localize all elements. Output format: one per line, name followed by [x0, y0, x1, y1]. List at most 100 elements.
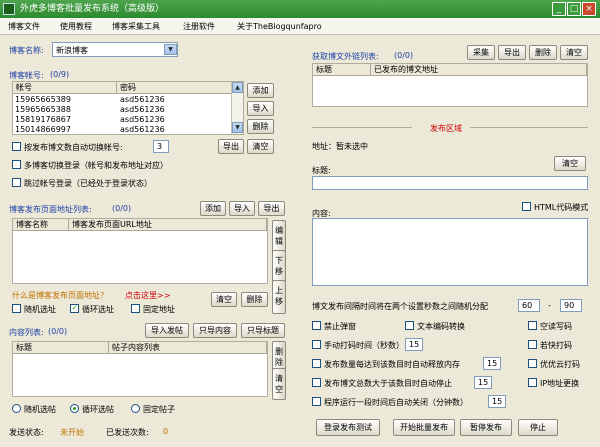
multi-login-checkbox[interactable] [12, 160, 21, 169]
url-fixed-label: 固定地址 [143, 305, 175, 314]
status-value: 未开始 [60, 428, 84, 437]
account-clear-button[interactable]: 清空 [247, 139, 274, 154]
post-random-label: 随机选帖 [24, 405, 56, 414]
divider [470, 127, 588, 128]
release-memory-checkbox[interactable] [312, 359, 321, 368]
pub-url-delete-button[interactable]: 删除 [241, 292, 268, 307]
pub-url-clear-button[interactable]: 清空 [211, 292, 237, 307]
scroll-down-icon[interactable]: ▼ [232, 122, 243, 133]
cloud-captcha-checkbox[interactable] [528, 359, 537, 368]
account-add-button[interactable]: 添加 [247, 83, 274, 98]
auto-switch-label: 按发布博文数自动切换帐号: [24, 143, 123, 152]
post-fixed-label: 固定帖子 [143, 405, 175, 414]
pub-urls-count: (0/0) [112, 204, 132, 213]
cloud-captcha-label: 优优云打码 [540, 360, 580, 369]
auto-switch-input[interactable]: 3 [153, 140, 169, 153]
import-content-button[interactable]: 只导内容 [193, 323, 237, 338]
stop-button[interactable]: 停止 [518, 419, 558, 436]
pub-url-move-down-button[interactable]: 下移 [272, 250, 286, 284]
menu-collect-tool[interactable]: 博客采集工具 [112, 18, 160, 35]
start-publish-button[interactable]: 开始批量发布 [393, 419, 455, 436]
account-export-button[interactable]: 导出 [218, 139, 244, 154]
post-random-radio[interactable] [12, 404, 21, 413]
html-mode-label: HTML代码模式 [534, 203, 589, 212]
url-loop-checkbox[interactable]: ✓ [70, 304, 79, 313]
no-popup-checkbox[interactable] [312, 321, 321, 330]
manual-captcha-checkbox[interactable] [312, 340, 321, 349]
account-delete-button[interactable]: 删除 [247, 119, 274, 134]
post-loop-label: 循环选帖 [82, 405, 114, 414]
content-table[interactable]: 标题 帖子内容列表 [12, 341, 268, 397]
auto-close-input[interactable]: 15 [488, 395, 506, 408]
content-list-count: (0/0) [48, 327, 68, 336]
interval-min-input[interactable]: 60 [518, 299, 540, 312]
click-here-link[interactable]: 点击这里>> [125, 290, 170, 301]
auto-stop-checkbox[interactable] [312, 378, 321, 387]
minimize-button[interactable]: _ [552, 2, 566, 16]
blog-name-select[interactable]: 新浪博客 ▼ [52, 42, 178, 57]
blog-name-value: 新浪博客 [56, 46, 88, 55]
if-captcha-checkbox[interactable] [528, 340, 537, 349]
multi-login-label: 多博客切换登录（帐号和发布地址对应） [24, 161, 168, 170]
import-title-button[interactable]: 只导标题 [241, 323, 285, 338]
ip-change-checkbox[interactable] [528, 378, 537, 387]
menu-blog-file[interactable]: 博客文件 [8, 18, 40, 35]
url-random-checkbox[interactable] [12, 304, 21, 313]
accounts-label: 博客帐号: [9, 71, 44, 80]
auto-close-checkbox[interactable] [312, 397, 321, 406]
url-fixed-checkbox[interactable] [131, 304, 140, 313]
publish-area-label: 发布区域 [430, 124, 462, 133]
what-is-url-text: 什么是博客发布页面地址？ [12, 291, 108, 300]
links-col-url: 已发布的博文地址 [371, 64, 587, 76]
menu-register[interactable]: 注册软件 [183, 18, 215, 35]
title-clear-button[interactable]: 清空 [554, 156, 586, 171]
blank-write-checkbox[interactable] [528, 321, 537, 330]
menu-bar: 博客文件 使用教程 博客采集工具 注册软件 关于TheBlogqunfapro [0, 18, 600, 35]
post-fixed-radio[interactable] [131, 404, 140, 413]
menu-tutorial[interactable]: 使用教程 [60, 18, 92, 35]
no-popup-label: 禁止弹窗 [324, 322, 356, 331]
title-input[interactable] [312, 176, 588, 190]
pub-urls-col-name: 博客名称 [13, 219, 69, 231]
pub-url-add-button[interactable]: 添加 [200, 201, 226, 216]
links-label: 获取博文外链列表: [312, 52, 379, 61]
content-textarea[interactable] [312, 218, 588, 286]
links-table[interactable]: 标题 已发布的博文地址 [312, 63, 588, 107]
window-title: 外虎多博客批量发布系统（高级版） [20, 4, 165, 14]
maximize-button[interactable]: □ [567, 2, 581, 16]
import-post-button[interactable]: 导入发帖 [145, 323, 189, 338]
html-mode-checkbox[interactable] [522, 202, 531, 211]
pub-urls-table[interactable]: 博客名称 博客发布页面URL地址 [12, 218, 268, 284]
pause-publish-button[interactable]: 暂停发布 [460, 419, 512, 436]
scroll-up-icon[interactable]: ▲ [232, 82, 243, 93]
auto-switch-checkbox[interactable] [12, 142, 21, 151]
auto-stop-input[interactable]: 15 [474, 376, 492, 389]
accounts-scrollbar[interactable]: ▲ ▼ [231, 82, 243, 134]
account-import-button[interactable]: 导入 [247, 101, 274, 116]
links-count: (0/0) [394, 51, 414, 60]
post-loop-radio[interactable] [70, 404, 79, 413]
accounts-count: (0/9) [50, 70, 70, 79]
content-clear-button[interactable]: 清空 [272, 368, 286, 400]
accounts-table[interactable]: 帐号 密码 15965665389 asd561236 15965665388 … [12, 81, 244, 135]
links-collect-button[interactable]: 采集 [467, 45, 495, 60]
pub-url-move-up-button[interactable]: 上移 [272, 280, 286, 314]
pub-url-edit-button[interactable]: 编辑 [272, 220, 286, 254]
pub-url-import-button[interactable]: 导入 [229, 201, 255, 216]
interval-max-input[interactable]: 90 [560, 299, 582, 312]
close-button[interactable]: × [582, 2, 596, 16]
chevron-down-icon[interactable]: ▼ [164, 44, 177, 55]
pub-url-export-button[interactable]: 导出 [258, 201, 285, 216]
login-test-button[interactable]: 登录发布测试 [316, 419, 380, 436]
blank-write-label: 空读写码 [540, 322, 572, 331]
release-memory-input[interactable]: 15 [483, 357, 501, 370]
links-export-button[interactable]: 导出 [498, 45, 526, 60]
auto-stop-label: 发布博文总数大于该数目时自动停止 [324, 379, 452, 388]
manual-captcha-input[interactable]: 15 [405, 338, 423, 351]
links-delete-button[interactable]: 删除 [529, 45, 557, 60]
links-clear-button[interactable]: 清空 [560, 45, 588, 60]
menu-about[interactable]: 关于TheBlogqunfapro [237, 18, 322, 35]
interval-separator: - [548, 301, 551, 310]
text-encode-checkbox[interactable] [405, 321, 414, 330]
skip-login-checkbox[interactable] [12, 178, 21, 187]
